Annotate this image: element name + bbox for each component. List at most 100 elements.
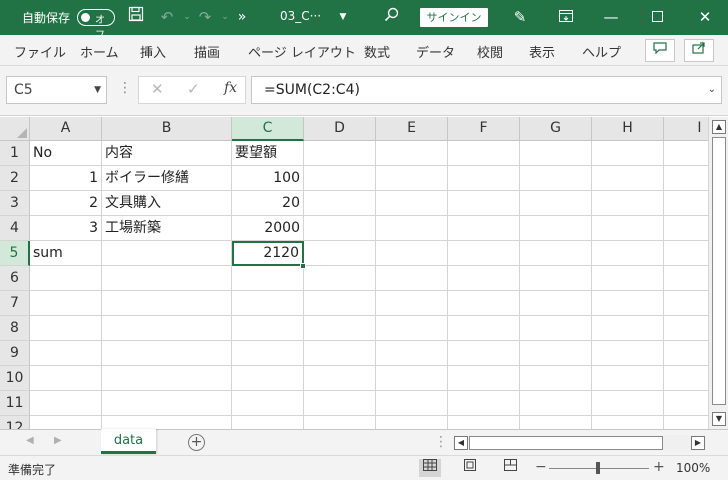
cell-g2[interactable] (520, 166, 592, 191)
cell-h10[interactable] (592, 366, 664, 391)
cell-d9[interactable] (304, 341, 376, 366)
tab-draw[interactable]: 描画 (194, 42, 220, 61)
tab-formulas[interactable]: 数式 (364, 42, 390, 61)
cell-c2[interactable]: 100 (232, 166, 304, 191)
cell-g8[interactable] (520, 316, 592, 341)
tab-home[interactable]: ホーム (80, 42, 119, 61)
cell-a8[interactable] (30, 316, 102, 341)
row-header[interactable]: 8 (0, 316, 30, 341)
cell-h11[interactable] (592, 391, 664, 416)
tab-file[interactable]: ファイル (14, 42, 66, 61)
formula-input[interactable]: =SUM(C2:C4) ⌄ (251, 76, 722, 104)
horizontal-scrollbar[interactable]: ◀ ▶ (453, 435, 706, 451)
maximize-icon[interactable] (634, 0, 680, 35)
cell-b10[interactable] (102, 366, 232, 391)
cell-h4[interactable] (592, 216, 664, 241)
tab-help[interactable]: ヘルプ (582, 42, 621, 61)
cell-g3[interactable] (520, 191, 592, 216)
scroll-up-icon[interactable]: ▲ (712, 120, 726, 134)
cell-d8[interactable] (304, 316, 376, 341)
signin-button[interactable]: サインイン (420, 8, 488, 27)
ribbon-display-icon[interactable] (555, 6, 577, 28)
cell-e11[interactable] (376, 391, 448, 416)
normal-view-icon[interactable] (419, 459, 441, 477)
file-name[interactable]: 03_C··· (280, 9, 321, 23)
row-header[interactable]: 3 (0, 191, 30, 216)
cell-b5[interactable] (102, 241, 232, 266)
comments-icon[interactable] (645, 39, 675, 62)
cell-g11[interactable] (520, 391, 592, 416)
next-sheet-icon[interactable]: ▶ (54, 435, 62, 446)
cell-e2[interactable] (376, 166, 448, 191)
cell-h6[interactable] (592, 266, 664, 291)
cell-h8[interactable] (592, 316, 664, 341)
cell-f7[interactable] (448, 291, 520, 316)
cell-e12[interactable] (376, 416, 448, 429)
cell-e9[interactable] (376, 341, 448, 366)
cell-b6[interactable] (102, 266, 232, 291)
cell-e7[interactable] (376, 291, 448, 316)
cell-h9[interactable] (592, 341, 664, 366)
fill-handle[interactable] (300, 263, 306, 269)
cell-a10[interactable] (30, 366, 102, 391)
tab-view[interactable]: 表示 (529, 42, 555, 61)
cell-b8[interactable] (102, 316, 232, 341)
tab-page-layout[interactable]: ページ レイアウト (248, 42, 356, 61)
splitter-dots-icon[interactable]: ⋮ (434, 434, 448, 450)
close-icon[interactable]: ✕ (682, 0, 728, 35)
cell-c3[interactable]: 20 (232, 191, 304, 216)
column-header-e[interactable]: E (376, 117, 448, 141)
select-all-button[interactable] (0, 117, 30, 141)
cell-h5[interactable] (592, 241, 664, 266)
cell-b3[interactable]: 文具購入 (102, 191, 232, 216)
cell-b9[interactable] (102, 341, 232, 366)
scroll-right-icon[interactable]: ▶ (691, 436, 705, 450)
cell-b7[interactable] (102, 291, 232, 316)
enter-check-icon[interactable]: ✓ (187, 80, 200, 98)
row-header[interactable]: 9 (0, 341, 30, 366)
sheet-tab-data[interactable]: data (101, 429, 156, 454)
cell-g6[interactable] (520, 266, 592, 291)
autosave-toggle[interactable]: オフ (77, 9, 115, 41)
share-icon[interactable] (684, 39, 714, 62)
page-layout-view-icon[interactable] (459, 459, 481, 477)
cell-f12[interactable] (448, 416, 520, 429)
cell-c11[interactable] (232, 391, 304, 416)
redo-icon[interactable]: ↷ (194, 6, 216, 28)
row-header[interactable]: 4 (0, 216, 30, 241)
cell-h7[interactable] (592, 291, 664, 316)
cell-g9[interactable] (520, 341, 592, 366)
chevron-down-icon[interactable]: ▼ (94, 77, 101, 103)
cell-a7[interactable] (30, 291, 102, 316)
cell-f4[interactable] (448, 216, 520, 241)
splitter-dots-icon[interactable]: ⋮ (118, 80, 132, 96)
cell-e6[interactable] (376, 266, 448, 291)
minimize-icon[interactable]: — (588, 0, 634, 35)
cell-a3[interactable]: 2 (30, 191, 102, 216)
page-break-view-icon[interactable] (499, 459, 521, 477)
cell-e10[interactable] (376, 366, 448, 391)
cell-f11[interactable] (448, 391, 520, 416)
more-commands-icon[interactable]: » (231, 6, 253, 28)
cell-f5[interactable] (448, 241, 520, 266)
column-header-c[interactable]: C (232, 117, 304, 141)
cell-e8[interactable] (376, 316, 448, 341)
cell-c7[interactable] (232, 291, 304, 316)
column-header-h[interactable]: H (592, 117, 664, 141)
row-header[interactable]: 12 (0, 416, 30, 429)
column-header-d[interactable]: D (304, 117, 376, 141)
scroll-left-icon[interactable]: ◀ (454, 436, 468, 450)
row-header[interactable]: 1 (0, 141, 30, 166)
cell-b1[interactable]: 内容 (102, 141, 232, 166)
cell-g10[interactable] (520, 366, 592, 391)
cell-g4[interactable] (520, 216, 592, 241)
row-header[interactable]: 6 (0, 266, 30, 291)
row-header[interactable]: 2 (0, 166, 30, 191)
cell-a5[interactable]: sum (30, 241, 102, 266)
undo-icon[interactable]: ↶ (156, 6, 178, 28)
cell-a1[interactable]: No (30, 141, 102, 166)
pen-icon[interactable]: ✎ (509, 6, 531, 28)
cell-h1[interactable] (592, 141, 664, 166)
tab-insert[interactable]: 挿入 (140, 42, 166, 61)
cell-d2[interactable] (304, 166, 376, 191)
